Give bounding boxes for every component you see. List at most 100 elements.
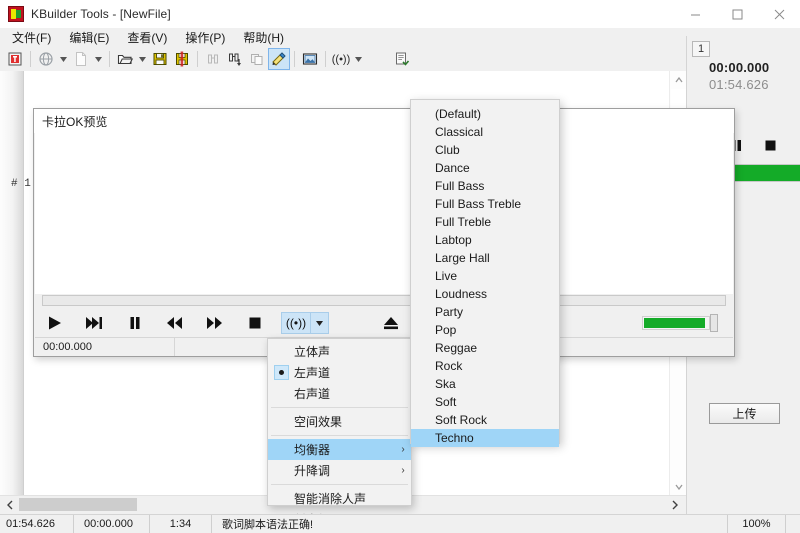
equalizer-preset-item[interactable]: Live [411,267,559,285]
submenu-arrow-icon: › [395,444,411,455]
open-folder-icon[interactable] [114,48,136,70]
chinese-input-icon[interactable] [4,48,26,70]
equalizer-preset-item[interactable]: Loudness [411,285,559,303]
upload-button[interactable]: 上传 [709,403,780,424]
editor-gutter: # 1 [0,71,24,495]
sound-effect-menu-arrow[interactable] [311,312,329,334]
sound-effect-dropdown-arrow[interactable] [352,48,365,70]
picture-icon[interactable] [299,48,321,70]
menu-item-stereo[interactable]: 立体声 [268,341,411,362]
stop-button[interactable] [235,309,275,337]
equalizer-preset-item[interactable]: Full Treble [411,213,559,231]
menu-item-spatial-effect[interactable]: 空间效果 [268,411,411,432]
close-button[interactable] [758,0,800,28]
equalizer-preset-item[interactable]: Club [411,141,559,159]
menu-item-pitch-shift[interactable]: 升降调 › [268,460,411,481]
volume-track [642,316,710,330]
globe-dropdown-arrow[interactable] [57,48,70,70]
equalizer-preset-item[interactable]: Soft [411,393,559,411]
track-current-time: 00:00.000 [709,60,769,75]
copy-icon[interactable] [246,48,268,70]
equalizer-submenu: (Default)ClassicalClubDanceFull BassFull… [410,99,560,444]
menu-item-label: 升降调 [294,462,395,479]
menu-item-label: 均衡器 [294,441,395,458]
save-icon[interactable] [149,48,171,70]
track-tab-1[interactable]: 1 [692,41,710,57]
scroll-right-icon[interactable] [666,496,683,513]
rewind-button[interactable] [155,309,195,337]
next-track-button[interactable] [75,309,115,337]
pause-button[interactable] [115,309,155,337]
toolbar-separator [294,51,295,67]
track-total-time: 01:54.626 [709,77,769,92]
menu-view[interactable]: 查看(V) [118,27,176,48]
binoculars-icon[interactable] [202,48,224,70]
preview-title: 卡拉OK预览 [42,113,107,130]
equalizer-preset-item[interactable]: Classical [411,123,559,141]
menu-item-right-channel[interactable]: 右声道 [268,383,411,404]
equalizer-preset-item[interactable]: Pop [411,321,559,339]
minimize-button[interactable] [674,0,716,28]
equalizer-preset-item[interactable]: Dance [411,159,559,177]
scroll-left-icon[interactable] [2,496,19,513]
play-button[interactable] [35,309,75,337]
equalizer-preset-item[interactable]: Full Bass [411,177,559,195]
scroll-down-icon[interactable] [670,478,687,495]
preview-transport-controls: ((•)) [35,309,733,337]
equalizer-preset-item[interactable]: Ska [411,375,559,393]
app-icon [8,6,24,22]
equalizer-preset-item[interactable]: Labtop [411,231,559,249]
menu-item-label: 右声道 [294,385,395,402]
status-current-time: 00:00.000 [74,515,150,533]
equalizer-preset-item[interactable]: Large Hall [411,249,559,267]
scroll-up-icon[interactable] [670,71,687,88]
equalizer-preset-item[interactable]: (Default) [411,105,559,123]
menu-operation[interactable]: 操作(P) [176,27,234,48]
lyrics-edit-icon[interactable] [268,48,290,70]
menu-edit[interactable]: 编辑(E) [60,27,118,48]
status-message: 歌词脚本语法正确! [212,515,728,533]
globe-icon[interactable] [35,48,57,70]
horizontal-scroll-thumb[interactable] [19,498,137,511]
preview-seek-bar[interactable] [42,295,726,306]
menu-item-label: 智能消除人声 [294,490,395,507]
gutter-line-marker: # 1 [11,178,31,190]
equalizer-preset-item[interactable]: Rock [411,357,559,375]
resize-grip-icon[interactable] [786,515,800,533]
volume-fill [644,318,705,328]
fast-forward-button[interactable] [195,309,235,337]
menu-file[interactable]: 文件(F) [3,27,60,48]
volume-slider[interactable] [642,313,722,333]
equalizer-preset-item[interactable]: Techno [411,429,559,447]
sound-effect-icon[interactable]: ((•)) [330,48,352,70]
menu-item-remove-vocals[interactable]: 智能消除人声 [268,488,411,509]
save-as-icon[interactable] [171,48,193,70]
find-next-icon[interactable] [224,48,246,70]
menu-item-left-channel[interactable]: 左声道 [268,362,411,383]
menu-bar: 文件(F) 编辑(E) 查看(V) 操作(P) 帮助(H) [0,28,800,47]
equalizer-preset-item[interactable]: Full Bass Treble [411,195,559,213]
equalizer-preset-item[interactable]: Soft Rock [411,411,559,429]
menu-item-equalizer[interactable]: 均衡器 › [268,439,411,460]
sound-effect-button[interactable]: ((•)) [281,312,311,334]
menu-item-label: 左声道 [294,364,395,381]
right-stop-button[interactable] [753,133,787,157]
equalizer-preset-item[interactable]: Party [411,303,559,321]
equalizer-preset-item[interactable]: Reggae [411,339,559,357]
new-file-dropdown-arrow[interactable] [92,48,105,70]
script-check-icon[interactable] [391,48,413,70]
maximize-button[interactable] [716,0,758,28]
menu-help[interactable]: 帮助(H) [234,27,293,48]
open-folder-dropdown-arrow[interactable] [136,48,149,70]
toolbar-separator [325,51,326,67]
menu-separator [271,484,408,485]
new-file-icon[interactable] [70,48,92,70]
eject-button[interactable] [371,309,411,337]
svg-text:((•)): ((•)) [286,316,306,330]
menu-item-label: 空间效果 [294,413,395,430]
preview-current-time: 00:00.000 [35,338,175,356]
volume-thumb[interactable] [710,314,718,332]
window-buttons [674,0,800,28]
toolbar-separator [30,51,31,67]
preview-title-bar: 卡拉OK预览 [34,109,734,133]
